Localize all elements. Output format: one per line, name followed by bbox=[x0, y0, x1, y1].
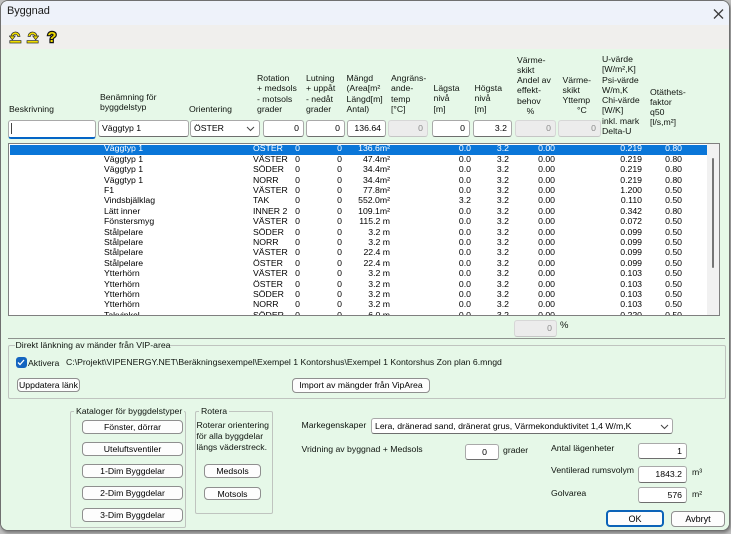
svg-text:?: ? bbox=[47, 29, 56, 45]
